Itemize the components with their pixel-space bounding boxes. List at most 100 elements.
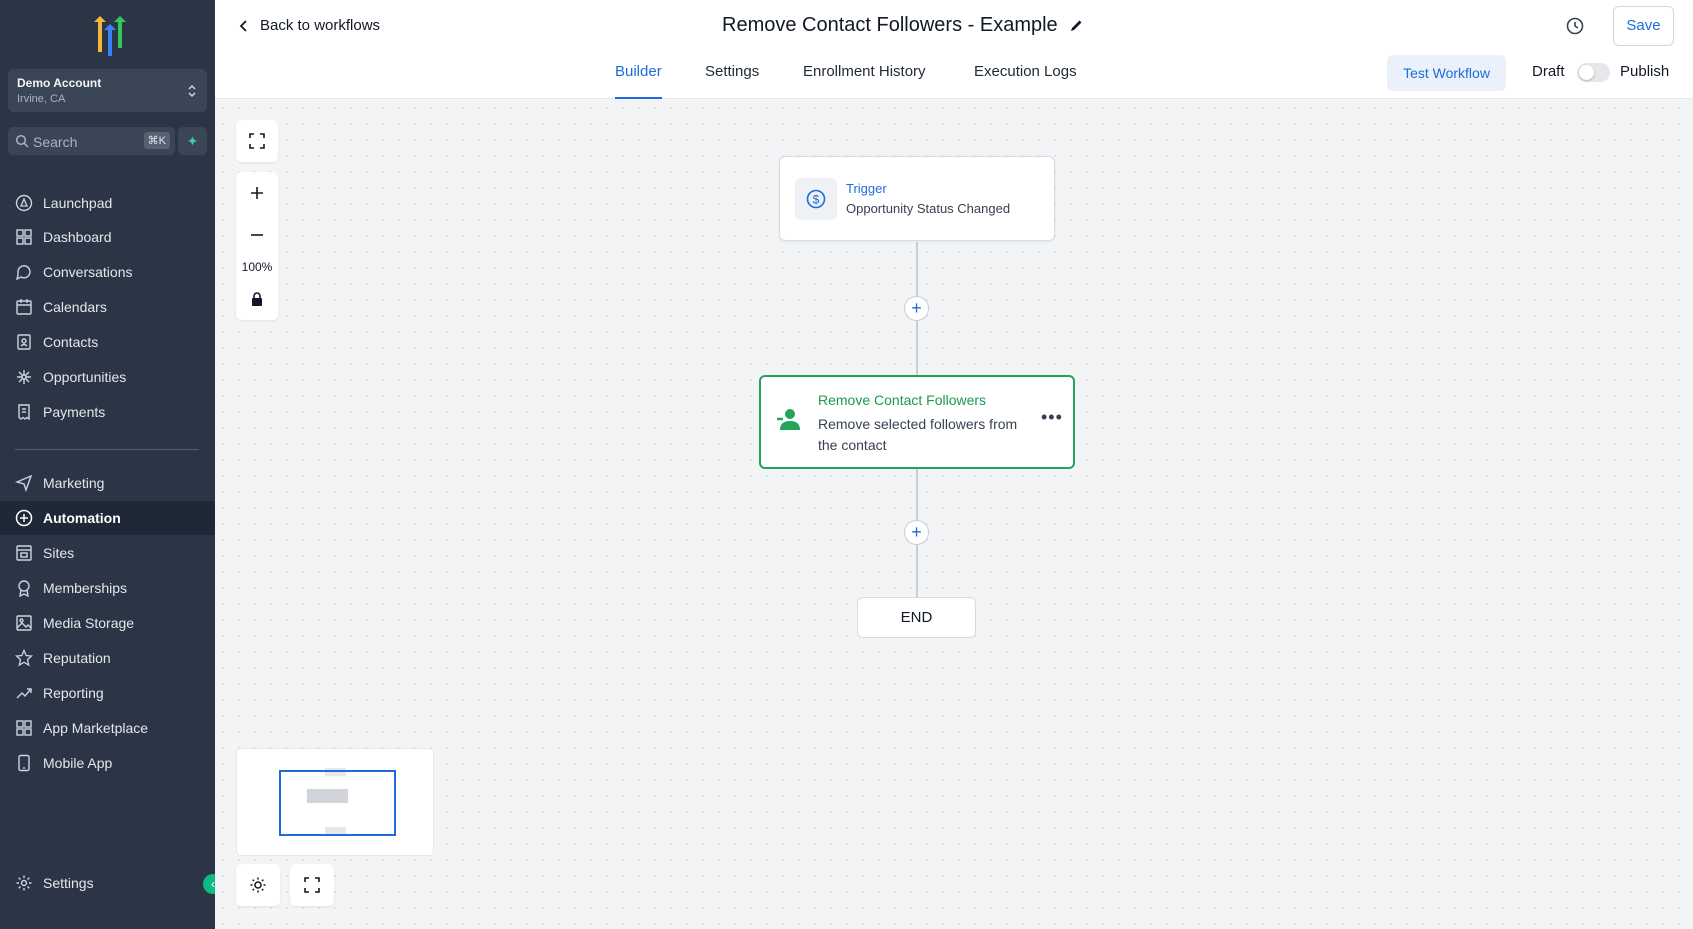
sidebar-divider [15,449,199,450]
sidebar-item-label: Settings [43,875,94,891]
sidebar-item-conversations[interactable]: Conversations [0,255,215,289]
publish-label: Publish [1620,63,1670,80]
trigger-node[interactable]: $ Trigger Opportunity Status Changed [779,156,1055,241]
tab-builder[interactable]: Builder [615,63,662,99]
sidebar-item-label: Calendars [43,299,107,315]
sidebar-item-label: Reputation [43,650,111,666]
trigger-label: Trigger [846,181,887,196]
end-node: END [857,597,976,638]
theme-toggle-button[interactable] [236,864,280,906]
account-location: Irvine, CA [17,93,66,105]
apps-icon [16,720,32,736]
back-to-workflows-link[interactable]: Back to workflows [237,17,380,34]
sidebar-item-label: Conversations [43,264,133,280]
receipt-icon [18,404,30,421]
workflow-header: Back to workflows Remove Contact Followe… [215,0,1693,99]
account-name: Demo Account [17,76,102,90]
lock-button[interactable] [236,278,278,320]
sidebar-item-label: Sites [43,545,75,561]
back-label: Back to workflows [260,17,381,34]
app-logo[interactable] [86,14,130,58]
chevron-up-down-icon [188,84,196,98]
action-node[interactable]: Remove Contact Followers Remove selected… [759,375,1075,469]
sidebar-item-memberships[interactable]: Memberships [0,571,215,605]
sidebar-item-launchpad[interactable]: Launchpad [0,186,215,220]
toggle-knob [1579,65,1594,80]
tab-execution-logs[interactable]: Execution Logs [974,63,1077,99]
plus-icon: + [911,298,922,318]
minimap[interactable] [236,748,434,856]
sidebar-item-label: Launchpad [43,195,113,211]
sidebar-item-label: Marketing [43,475,105,491]
sidebar-item-contacts[interactable]: Contacts [0,325,215,359]
tab-enrollment-history[interactable]: Enrollment History [803,63,926,99]
send-icon [15,474,33,492]
sidebar-item-sites[interactable]: Sites [0,536,215,570]
sidebar-item-label: Opportunities [43,369,127,385]
ai-sparkle-button[interactable]: ✦ [178,127,207,155]
fit-view-control[interactable] [236,120,278,162]
history-icon[interactable] [1565,16,1585,36]
zoom-in-button[interactable] [236,172,278,214]
svg-text:$: $ [813,193,820,207]
zoom-controls: 100% [236,172,278,320]
chat-bubble-icon [15,265,31,281]
star-icon [15,649,33,667]
sidebar-item-label: Dashboard [43,229,112,245]
draft-label: Draft [1532,63,1565,80]
sidebar-item-label: Memberships [43,580,128,596]
zoom-out-button[interactable] [236,214,278,256]
contact-book-icon [17,334,31,350]
gear-icon [16,875,32,891]
tab-settings[interactable]: Settings [705,63,759,99]
sidebar-item-reputation[interactable]: Reputation [0,641,215,675]
automation-icon [15,509,33,527]
sidebar-item-app-marketplace[interactable]: App Marketplace [0,711,215,745]
phone-icon [18,754,30,772]
sidebar-item-marketing[interactable]: Marketing [0,466,215,500]
pencil-icon[interactable] [1069,18,1084,33]
fullscreen-button[interactable] [290,864,334,906]
publish-toggle[interactable] [1577,63,1610,82]
search-icon [15,134,29,148]
minus-icon [251,234,263,236]
sparkle-icon: ✦ [186,133,199,149]
test-workflow-button[interactable]: Test Workflow [1387,55,1506,91]
more-options-icon[interactable]: ••• [1041,407,1063,428]
sidebar-item-label: Media Storage [43,615,135,631]
sidebar-item-calendars[interactable]: Calendars [0,290,215,324]
sidebar-item-mobile-app[interactable]: Mobile App [0,746,215,780]
workflow-title: Remove Contact Followers - Example [722,14,1058,36]
sidebar-item-label: Reporting [43,685,104,701]
sidebar-item-reporting[interactable]: Reporting [0,676,215,710]
zoom-level: 100% [241,260,273,274]
sidebar-item-payments[interactable]: Payments [0,395,215,429]
search-box[interactable]: Search ⌘K [8,127,175,155]
sidebar-item-opportunities[interactable]: Opportunities [0,360,215,394]
grid-icon [16,229,32,245]
sidebar-item-label: Automation [43,510,121,526]
add-step-button[interactable]: + [904,520,929,545]
fit-view-icon [249,133,265,149]
sidebar-item-automation[interactable]: Automation [0,501,215,535]
fit-view-button[interactable] [236,120,278,162]
web-page-icon [16,545,32,561]
plus-icon: + [911,522,922,542]
add-step-button[interactable]: + [904,296,929,321]
save-button[interactable]: Save [1613,6,1674,46]
action-title: Remove Contact Followers [818,392,987,408]
sidebar-item-settings[interactable]: Settings [0,866,215,900]
sidebar-item-label: Payments [43,404,106,420]
sun-icon [250,877,266,893]
sidebar-item-media-storage[interactable]: Media Storage [0,606,215,640]
rocket-icon [15,194,33,212]
calendar-icon [16,299,32,315]
expand-icon [304,877,320,893]
connector-line [916,242,918,297]
trend-icon [16,688,32,699]
sidebar-item-dashboard[interactable]: Dashboard [0,220,215,254]
minimap-viewport[interactable] [279,770,396,836]
lock-icon [252,292,262,306]
account-switcher[interactable]: Demo Account Irvine, CA [8,69,207,112]
connector-line [916,545,918,597]
